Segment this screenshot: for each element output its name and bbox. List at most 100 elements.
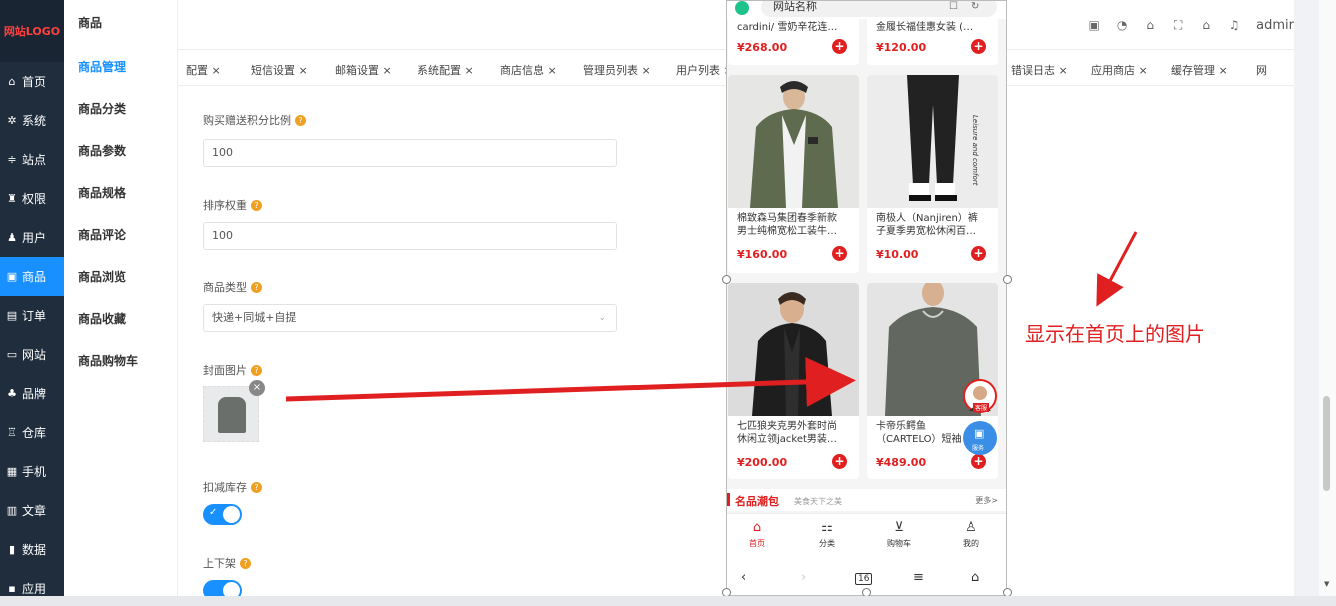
back-icon[interactable]: ‹	[741, 570, 746, 585]
home-icon[interactable]: ⌂	[1192, 18, 1220, 32]
add-cart-icon[interactable]: +	[971, 39, 986, 54]
subnav-item[interactable]: 商品收藏	[64, 298, 177, 340]
sidebar-item-9[interactable]: ♖ 仓库	[0, 413, 64, 452]
subnav-item[interactable]: 商品参数	[64, 130, 177, 172]
page-tab[interactable]: 用户列表 ×	[676, 62, 733, 78]
tabs-count[interactable]: 16	[855, 573, 873, 585]
goods-icon: ▣	[6, 270, 18, 283]
sidebar-item-12[interactable]: ▮ 数据	[0, 530, 64, 569]
tab-category[interactable]: ⚏ 分类	[797, 520, 857, 549]
sidebar-item-11[interactable]: ▥ 文章	[0, 491, 64, 530]
product-card[interactable]: 七匹狼夹克男外套时尚 休闲立领jacket男装… ¥200.00 +	[728, 283, 859, 479]
translate-icon[interactable]: ▣	[1080, 18, 1108, 32]
help-icon[interactable]: ?	[251, 282, 262, 293]
sidebar-item-0[interactable]: ⌂ 首页	[0, 62, 64, 101]
product-title: 男士纯棉宽松工装牛…	[737, 226, 837, 237]
add-cart-icon[interactable]: +	[971, 246, 986, 261]
section-subtitle: 美食天下之美	[794, 497, 842, 506]
sidebar-item-3[interactable]: ♜ 权限	[0, 179, 64, 218]
add-cart-icon[interactable]: +	[832, 454, 847, 469]
page-tab[interactable]: 应用商店 ×	[1091, 62, 1148, 78]
fullscreen-icon[interactable]: ⛶	[1164, 18, 1192, 33]
product-price: ¥268.00	[737, 41, 788, 54]
page-tab[interactable]: 配置 ×	[186, 62, 221, 78]
sidebar-item-1[interactable]: ✲ 系统	[0, 101, 64, 140]
forward-icon[interactable]: ›	[801, 570, 806, 585]
help-icon[interactable]: ?	[251, 482, 262, 493]
product-image	[728, 283, 859, 416]
user-key-icon: ♜	[7, 192, 17, 205]
add-cart-icon[interactable]: +	[832, 39, 847, 54]
help-icon[interactable]: ?	[295, 115, 306, 126]
page-tab[interactable]: 短信设置 ×	[251, 62, 308, 78]
help-icon[interactable]: ?	[251, 200, 262, 211]
help-icon[interactable]: ?	[251, 365, 262, 376]
building-icon[interactable]: ⌂	[1136, 18, 1164, 32]
person-icon: ♙	[965, 520, 977, 535]
sort-input[interactable]: 100	[203, 222, 617, 250]
add-cart-icon[interactable]: +	[971, 454, 986, 469]
cover-image-thumb[interactable]: ×	[203, 380, 265, 442]
tab-cart[interactable]: ⊻ 购物车	[869, 520, 929, 549]
type-select[interactable]: 快递+同城+自提 ⌄	[203, 304, 617, 332]
sidebar-item-8[interactable]: ♣ 品牌	[0, 374, 64, 413]
page-tab[interactable]: 商店信息 ×	[500, 62, 557, 78]
sidebar-item-5[interactable]: ▣ 商品	[0, 257, 64, 296]
bookmark-icon[interactable]: ☐	[949, 1, 958, 12]
close-icon[interactable]: ×	[249, 380, 265, 396]
check-icon: ✓	[209, 507, 218, 518]
page-tab[interactable]: 网	[1256, 62, 1267, 78]
vertical-scrollbar[interactable]: ▼	[1319, 0, 1336, 596]
sidebar-item-label: 权限	[22, 192, 47, 206]
subnav-item[interactable]: 商品购物车	[64, 340, 177, 382]
subnav-item[interactable]: 商品评论	[64, 214, 177, 256]
theme-icon[interactable]: ◔	[1108, 18, 1136, 32]
product-card[interactable]: Leisure and comfort 南极人（Nanjiren）裤 子夏季男宽…	[867, 75, 998, 273]
refresh-icon[interactable]: ↻	[971, 1, 979, 12]
subnav-item[interactable]: 商品规格	[64, 172, 177, 214]
product-title: 南极人（Nanjiren）裤	[876, 213, 978, 224]
more-link[interactable]: 更多>	[975, 495, 998, 506]
product-card[interactable]: 棉致森马集团春季新款 男士纯棉宽松工装牛… ¥160.00 +	[728, 75, 859, 273]
sidebar-item-6[interactable]: ▤ 订单	[0, 296, 64, 335]
resize-handle[interactable]	[722, 275, 731, 284]
page-tab[interactable]: 错误日志 ×	[1011, 62, 1068, 78]
gear-icon: ✲	[7, 114, 17, 127]
goods-form: 购买赠送积分比例? 100 排序权重? 100 商品类型? 快递+同城+自提 ⌄ …	[186, 86, 726, 601]
subnav-item[interactable]: 商品分类	[64, 88, 177, 130]
stock-label: 扣减库存?	[203, 479, 262, 495]
sidebar-item-label: 站点	[22, 153, 47, 167]
admin-user[interactable]: admir	[1256, 18, 1294, 33]
page-tab[interactable]: 管理员列表 ×	[583, 62, 651, 78]
page-tab[interactable]: 缓存管理 ×	[1171, 62, 1228, 78]
chevron-down-icon: ⌄	[598, 313, 606, 323]
url-field[interactable]: 网站名称	[761, 1, 997, 17]
scroll-down-icon[interactable]: ▼	[1324, 580, 1329, 588]
resize-handle[interactable]	[1003, 275, 1012, 284]
add-cart-icon[interactable]: +	[832, 246, 847, 261]
customer-service-avatar[interactable]: 客服	[963, 379, 997, 413]
sidebar-item-7[interactable]: ▭ 网站	[0, 335, 64, 374]
subnav-item[interactable]: 商品浏览	[64, 256, 177, 298]
help-icon[interactable]: ?	[240, 558, 251, 569]
sidebar-item-4[interactable]: ♟ 用户	[0, 218, 64, 257]
service-label: 客服	[973, 403, 990, 412]
page-tab[interactable]: 系统配置 ×	[417, 62, 474, 78]
service-button[interactable]: ▣ 服务	[963, 421, 997, 455]
tab-mine[interactable]: ♙ 我的	[941, 520, 1001, 549]
subnav-item[interactable]: 商品管理	[64, 46, 177, 88]
bell-icon[interactable]: ♫	[1220, 18, 1248, 32]
points-input[interactable]: 100	[203, 139, 617, 167]
browser-icon	[735, 1, 749, 15]
menu-icon[interactable]: ≡	[913, 570, 924, 585]
product-title: 子夏季男宽松休闲百…	[876, 226, 976, 237]
sidebar-item-2[interactable]: ≑ 站点	[0, 140, 64, 179]
tab-home[interactable]: ⌂ 首页	[727, 520, 787, 549]
sidebar-item-10[interactable]: ▦ 手机	[0, 452, 64, 491]
user-icon: ♟	[7, 231, 17, 244]
stock-switch[interactable]: ✓	[203, 504, 242, 525]
scrollbar-thumb[interactable]	[1323, 396, 1330, 491]
sidebar-item-label: 系统	[22, 114, 47, 128]
page-tab[interactable]: 邮箱设置 ×	[335, 62, 392, 78]
home-outline-icon[interactable]: ⌂	[971, 570, 979, 585]
